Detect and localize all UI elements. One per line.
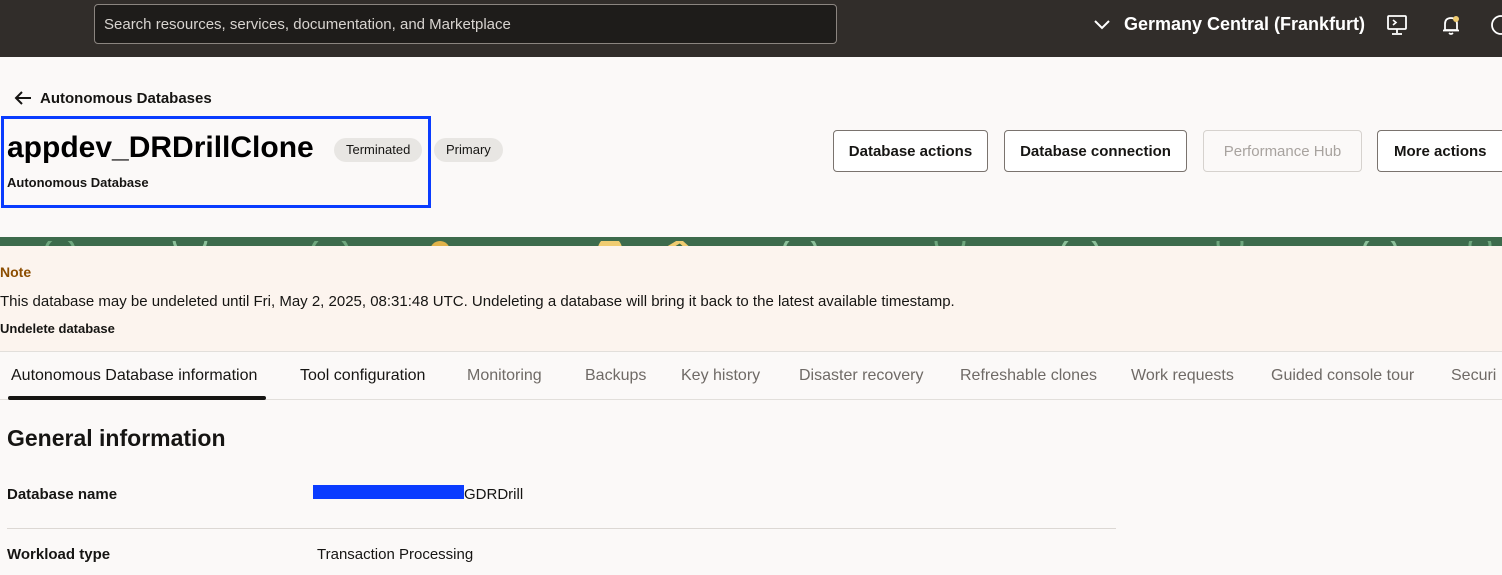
search-input[interactable]: Search resources, services, documentatio…	[94, 4, 837, 44]
chevron-down-icon[interactable]	[1092, 14, 1112, 34]
back-link[interactable]: Autonomous Databases	[14, 88, 212, 108]
tab-monitoring[interactable]: Monitoring	[467, 367, 542, 385]
tab-disaster-recovery[interactable]: Disaster recovery	[799, 367, 923, 385]
database-connection-button[interactable]: Database connection	[1004, 130, 1187, 172]
arrow-left-icon	[14, 91, 31, 105]
field-label-workload-type: Workload type	[7, 546, 111, 563]
tab-backups[interactable]: Backups	[585, 367, 646, 385]
tab-security[interactable]: Securi	[1451, 367, 1496, 385]
decorative-banner	[0, 237, 1502, 246]
note-message: This database may be undeleted until Fri…	[0, 293, 955, 310]
row-divider	[7, 528, 1116, 529]
database-actions-button[interactable]: Database actions	[833, 130, 988, 172]
section-title: General information	[7, 425, 226, 451]
field-label-database-name: Database name	[7, 486, 118, 503]
role-badge-primary: Primary	[434, 138, 503, 162]
page-title: appdev_DRDrillClone	[7, 131, 314, 164]
notifications-bell-icon[interactable]	[1440, 14, 1462, 36]
help-icon[interactable]	[1490, 14, 1502, 36]
status-badge-terminated: Terminated	[334, 138, 423, 162]
undelete-database-link[interactable]: Undelete database	[0, 321, 115, 336]
active-tab-indicator	[8, 396, 266, 400]
search-placeholder: Search resources, services, documentatio…	[104, 16, 511, 33]
back-link-label: Autonomous Databases	[40, 89, 212, 107]
tab-guided-console-tour[interactable]: Guided console tour	[1271, 367, 1414, 385]
field-value-workload-type: Transaction Processing	[317, 546, 474, 563]
resource-type-label: Autonomous Database	[7, 175, 149, 190]
cloud-shell-icon[interactable]	[1386, 14, 1408, 36]
region-selector[interactable]: Germany Central (Frankfurt)	[1124, 14, 1365, 35]
tab-bar: Autonomous Database information Tool con…	[0, 351, 1502, 400]
redaction-box	[313, 485, 464, 499]
tab-tool-configuration[interactable]: Tool configuration	[300, 367, 425, 385]
top-navigation-bar: Search resources, services, documentatio…	[0, 0, 1502, 57]
tab-key-history[interactable]: Key history	[681, 367, 760, 385]
tab-work-requests[interactable]: Work requests	[1131, 367, 1234, 385]
note-title: Note	[0, 264, 32, 280]
performance-hub-button[interactable]: Performance Hub	[1203, 130, 1362, 172]
field-value-database-name: GDRDrill	[464, 486, 524, 503]
more-actions-button[interactable]: More actions	[1377, 130, 1502, 172]
tab-autonomous-database-information[interactable]: Autonomous Database information	[11, 367, 257, 385]
note-panel: Note This database may be undeleted unti…	[0, 246, 1502, 351]
tab-refreshable-clones[interactable]: Refreshable clones	[960, 367, 1097, 385]
